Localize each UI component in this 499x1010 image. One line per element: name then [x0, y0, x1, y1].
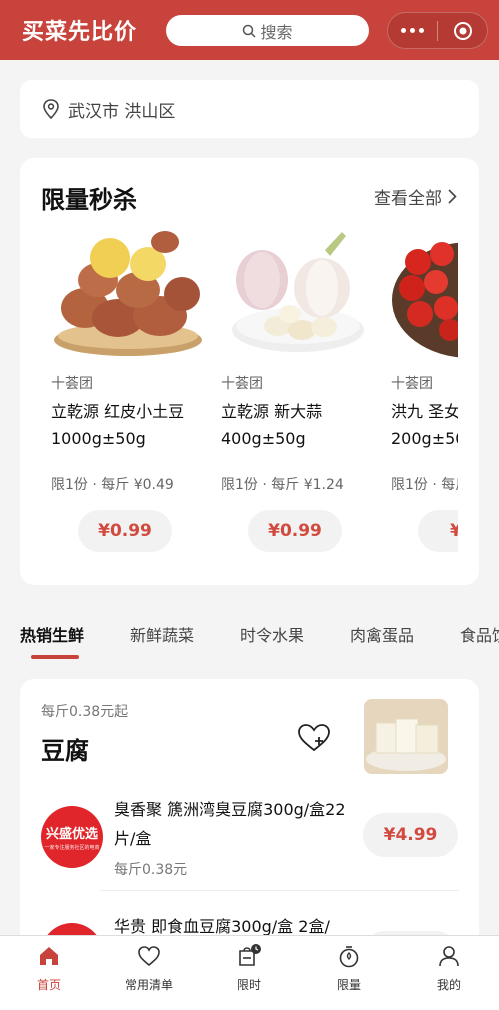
category-tabs: 热销生鲜 新鲜蔬菜 时令水果 肉禽蛋品 食品饮	[0, 615, 499, 661]
product-limit: 限1份 · 每斤 ¥0.49	[51, 477, 174, 493]
tabbar-profile[interactable]: 我的	[409, 942, 489, 1002]
product-name: 洪九 圣女果200g±50g	[391, 402, 458, 448]
price-button[interactable]: ¥0.99	[78, 510, 172, 552]
tabbar-home[interactable]: 首页	[9, 942, 89, 1002]
tabbar-label: 限时	[236, 978, 261, 992]
tofu-subtitle: 每斤0.38元起	[41, 704, 129, 720]
tabbar-limited-quantity[interactable]: 限量	[309, 942, 389, 1002]
mini-program-capsule	[387, 12, 488, 49]
active-tab-indicator	[31, 655, 79, 659]
tofu-item-name: 臭香聚 篪洲湾臭豆腐300g/盒22片/盒	[114, 800, 346, 848]
product-name: 立乾源 新大蒜400g±50g	[221, 402, 323, 448]
tofu-image	[364, 699, 448, 774]
tab-fresh-vegetables[interactable]: 新鲜蔬菜	[130, 622, 194, 646]
flash-sale-title: 限量秒杀	[41, 186, 137, 214]
location-selector[interactable]: 武汉市 洪山区	[20, 80, 479, 138]
product-card[interactable]: 十荟团 立乾源 红皮小土豆 1000g±50g 限1份 · 每斤 ¥0.49 ¥…	[50, 230, 205, 570]
shop-name: 十荟团	[391, 376, 433, 392]
chevron-right-icon	[448, 189, 457, 204]
search-input[interactable]: 搜索	[166, 15, 369, 46]
tab-meat-eggs[interactable]: 肉禽蛋品	[350, 622, 414, 646]
tofu-section: 每斤0.38元起 豆腐 兴盛优选 一家专注服务社区的电商 臭香聚 篪洲湾臭豆腐3…	[20, 679, 479, 979]
product-limit: 限1份 · 每斤 ¥1.24	[221, 477, 344, 493]
price-button[interactable]: ¥4.99	[363, 813, 458, 857]
search-icon	[243, 24, 257, 38]
favorite-heart-icon[interactable]	[297, 723, 331, 757]
tabbar-label: 限量	[336, 978, 361, 992]
divider	[100, 890, 459, 891]
heart-icon	[137, 942, 161, 970]
tab-hot-fresh[interactable]: 热销生鲜	[20, 622, 84, 646]
top-bar: 买菜先比价 搜索	[0, 0, 499, 60]
see-all-link[interactable]: 查看全部	[374, 184, 457, 209]
product-name: 立乾源 红皮小土豆 1000g±50g	[51, 402, 185, 448]
tabbar-label: 首页	[36, 978, 61, 992]
more-icon[interactable]	[388, 28, 437, 33]
location-pin-icon	[43, 99, 59, 119]
tabbar-limited-time[interactable]: 限时	[209, 942, 289, 1002]
timer-icon	[338, 942, 360, 970]
clock-bag-icon	[236, 942, 262, 970]
tofu-title: 豆腐	[41, 737, 89, 765]
shop-name: 十荟团	[221, 376, 263, 392]
price-button[interactable]: ¥0.	[418, 510, 458, 552]
potato-image	[54, 231, 202, 356]
tab-food-drinks[interactable]: 食品饮	[460, 622, 499, 646]
product-card[interactable]: 十荟团 洪九 圣女果200g±50g 限1份 · 每斤 ¥0.	[390, 230, 458, 570]
bottom-tab-bar: 首页 常用清单 限时 限量 我的	[0, 935, 499, 1010]
tab-seasonal-fruit[interactable]: 时令水果	[240, 622, 304, 646]
store-logo: 兴盛优选 一家专注服务社区的电商	[41, 806, 103, 868]
price-button[interactable]: ¥0.99	[248, 510, 342, 552]
tabbar-label: 我的	[436, 978, 461, 992]
tabbar-favorites[interactable]: 常用清单	[109, 942, 189, 1002]
flash-sale-carousel[interactable]: 十荟团 立乾源 红皮小土豆 1000g±50g 限1份 · 每斤 ¥0.49 ¥…	[50, 230, 458, 570]
shop-name: 十荟团	[51, 376, 93, 392]
home-icon	[37, 942, 61, 970]
search-placeholder: 搜索	[260, 22, 293, 42]
user-icon	[438, 942, 460, 970]
flash-sale-section: 限量秒杀 查看全部 十荟团 立乾源 红皮小土豆 1000g±50g 限1份 ·	[20, 158, 479, 585]
product-limit: 限1份 · 每斤	[391, 477, 458, 493]
tomato-image	[392, 242, 458, 358]
tabbar-label: 常用清单	[124, 978, 173, 992]
tofu-item-unit-price: 每斤0.38元	[114, 862, 188, 878]
app-title: 买菜先比价	[22, 20, 138, 45]
close-target-icon[interactable]	[438, 21, 487, 41]
garlic-image	[232, 232, 364, 352]
location-text: 武汉市 洪山区	[68, 101, 176, 122]
product-card[interactable]: 十荟团 立乾源 新大蒜400g±50g 限1份 · 每斤 ¥1.24 ¥0.99	[220, 230, 375, 570]
